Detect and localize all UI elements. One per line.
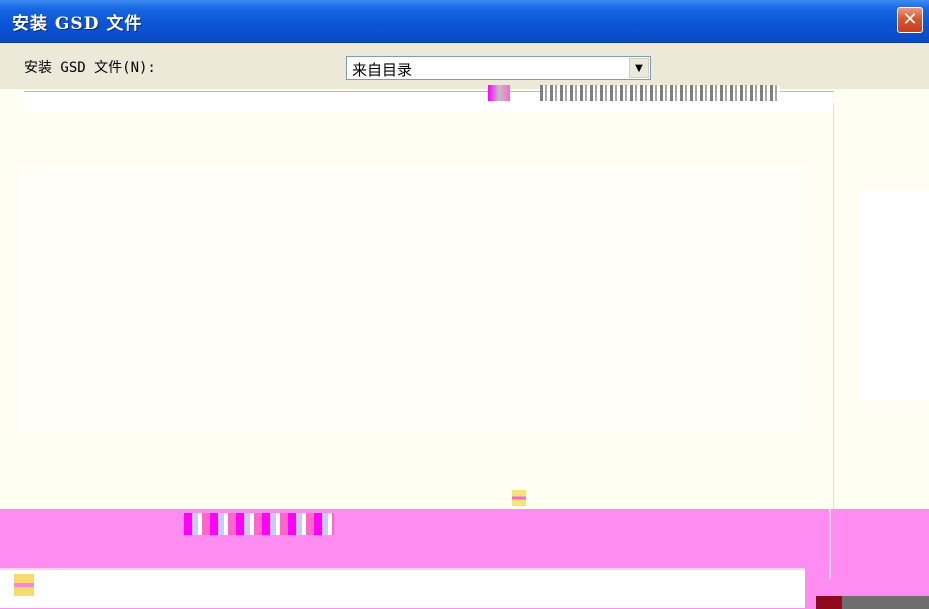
close-icon: ✕ [902,9,918,30]
dropdown-button[interactable]: ▼ [629,58,649,78]
window-title: 安装 GSD 文件 [12,14,143,34]
render-artifact-text [540,85,780,101]
install-source-row: 安装 GSD 文件(N): 来自目录 ▼ [0,43,929,89]
gsd-file-list[interactable] [18,166,810,432]
status-icon [512,490,526,506]
close-button[interactable]: ✕ [897,7,923,33]
divider [829,509,831,579]
source-select-value: 来自目录 [352,61,413,79]
side-panel-card [860,189,929,401]
corner-artifact-dark [816,596,842,609]
source-select[interactable]: 来自目录 ▼ [346,56,651,80]
footer-icon [14,574,34,596]
install-gsd-label: 安装 GSD 文件(N): [24,60,156,76]
footer-bar [0,568,805,608]
title-bar: 安装 GSD 文件 ✕ [0,0,929,43]
render-artifact-glyphs [184,513,334,535]
corner-artifact-grey [842,596,929,609]
chevron-down-icon: ▼ [635,63,643,74]
dialog-body: 安装 GSD 文件(N): 来自目录 ▼ [0,43,929,609]
render-artifact [488,85,510,101]
